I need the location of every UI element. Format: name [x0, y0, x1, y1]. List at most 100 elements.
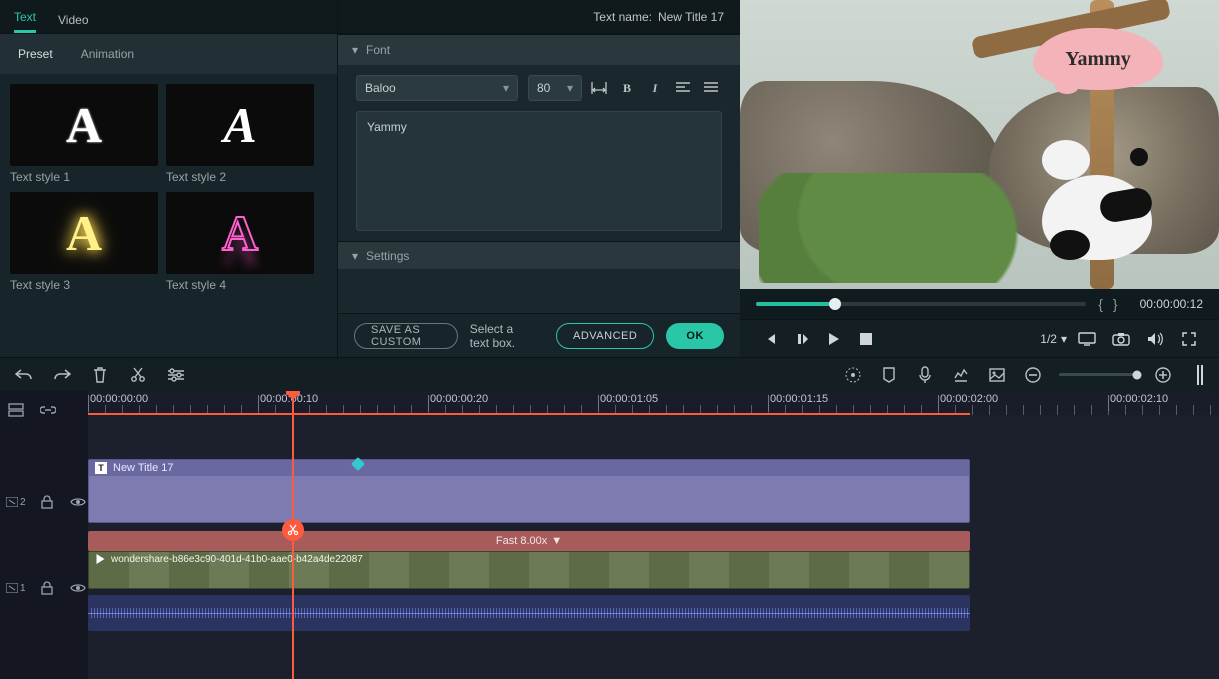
toggle-track-visibility-icon[interactable] [69, 578, 88, 598]
text-name-label: Text name: [593, 10, 652, 24]
italic-button[interactable]: I [644, 77, 666, 99]
video-clip-name: wondershare-b86e3c90-401d-41b0-aae0-b42a… [111, 554, 363, 565]
title-clip-name: New Title 17 [113, 462, 174, 474]
preset-item[interactable]: A Text style 3 [10, 192, 158, 292]
scrub-slider[interactable] [756, 302, 1086, 306]
font-size-value: 80 [537, 81, 550, 95]
fullscreen-icon[interactable] [1175, 325, 1203, 353]
track-label-2: 2 [6, 497, 26, 508]
timeline-toolbar [0, 357, 1219, 391]
settings-section-header[interactable]: ▾ Settings [338, 241, 740, 269]
mid-footer: SAVE AS CUSTOM Select a text box. ADVANC… [338, 313, 740, 357]
font-section-title: Font [366, 43, 390, 57]
font-family-select[interactable]: Baloo ▾ [356, 75, 518, 101]
settings-section-title: Settings [366, 249, 409, 263]
bold-button[interactable]: B [616, 77, 638, 99]
preset-item[interactable]: A Text style 1 [10, 84, 158, 184]
stop-button[interactable] [852, 325, 880, 353]
timeline: 2 1 00:00:00:0000:00:00:1000:00:00:2000:… [0, 391, 1219, 679]
ruler-label: 00:00:02:00 [940, 393, 998, 405]
lock-track-icon[interactable] [38, 492, 57, 512]
mark-in-icon[interactable]: { [1098, 296, 1113, 312]
preset-label: Text style 1 [10, 170, 158, 184]
manage-tracks-icon[interactable] [6, 400, 26, 420]
font-size-select[interactable]: 80 ▾ [528, 75, 582, 101]
volume-icon[interactable] [1141, 325, 1169, 353]
advanced-button[interactable]: ADVANCED [556, 323, 654, 349]
letter-spacing-icon[interactable] [588, 77, 610, 99]
chevron-down-icon: ▾ [567, 81, 573, 95]
preset-label: Text style 4 [166, 278, 314, 292]
chevron-down-icon: ▾ [503, 81, 509, 95]
chevron-down-icon: ▾ [1061, 332, 1067, 346]
font-section-header[interactable]: ▾ Font [338, 35, 740, 65]
font-family-value: Baloo [365, 81, 396, 95]
subtab-animation[interactable]: Animation [81, 47, 134, 61]
bubble-text: Yammy [1065, 48, 1131, 71]
scissors-icon[interactable] [282, 519, 304, 541]
lock-track-icon[interactable] [38, 578, 57, 598]
preview-timecode: 00:00:00:12 [1140, 297, 1203, 311]
timeline-ruler[interactable]: 00:00:00:0000:00:00:1000:00:00:2000:00:0… [88, 391, 1219, 415]
play-icon [95, 554, 105, 564]
ruler-label: 00:00:01:05 [600, 393, 658, 405]
zoom-slider[interactable] [1059, 373, 1137, 376]
split-button[interactable] [128, 365, 148, 385]
mixer-icon[interactable] [951, 365, 971, 385]
record-voiceover-icon[interactable] [915, 365, 935, 385]
crop-icon[interactable] [987, 365, 1007, 385]
marker-icon[interactable] [879, 365, 899, 385]
chevron-down-icon: ▾ [352, 249, 358, 263]
track-gutter: 2 1 [0, 391, 88, 679]
ruler-label: 00:00:00:20 [430, 393, 488, 405]
chevron-down-icon: ▼ [551, 535, 562, 547]
zoom-in-button[interactable] [1153, 365, 1173, 385]
tab-text[interactable]: Text [14, 10, 36, 33]
snapshot-icon[interactable] [1107, 325, 1135, 353]
display-icon[interactable] [1073, 325, 1101, 353]
ok-button[interactable]: OK [666, 323, 724, 349]
video-clip[interactable]: wondershare-b86e3c90-401d-41b0-aae0-b42a… [88, 551, 970, 589]
playhead[interactable] [292, 391, 294, 679]
link-icon[interactable] [38, 400, 58, 420]
footer-hint: Select a text box. [470, 322, 532, 350]
toggle-track-visibility-icon[interactable] [69, 492, 88, 512]
play-pause-button[interactable] [788, 325, 816, 353]
track-label-1: 1 [6, 583, 26, 594]
timeline-lanes[interactable]: 00:00:00:0000:00:00:1000:00:00:2000:00:0… [88, 391, 1219, 679]
speed-clip[interactable]: Fast 8.00x▼ [88, 531, 970, 551]
undo-button[interactable] [14, 365, 34, 385]
chevron-down-icon: ▾ [352, 43, 358, 57]
preview-canvas[interactable]: Yammy [740, 0, 1219, 289]
zoom-to-fit-icon[interactable] [1197, 365, 1205, 385]
render-bar [88, 413, 970, 415]
prev-frame-button[interactable] [756, 325, 784, 353]
audio-clip[interactable] [88, 595, 970, 631]
subtab-preset[interactable]: Preset [18, 47, 53, 61]
preset-item[interactable]: A Text style 4 [166, 192, 314, 292]
align-left-icon[interactable] [672, 77, 694, 99]
zoom-out-button[interactable] [1023, 365, 1043, 385]
play-button[interactable] [820, 325, 848, 353]
preset-label: Text style 2 [166, 170, 314, 184]
preview-scrub-row: {} 00:00:00:12 [740, 289, 1219, 319]
speech-bubble[interactable]: Yammy [1033, 28, 1163, 90]
save-as-custom-button[interactable]: SAVE AS CUSTOM [354, 323, 458, 349]
preview-controls: 1/2 ▾ [740, 319, 1219, 357]
tab-video[interactable]: Video [58, 13, 88, 33]
preview-zoom-select[interactable]: 1/2 ▾ [1040, 332, 1067, 346]
ruler-label: 00:00:00:00 [90, 393, 148, 405]
text-name-row: Text name: New Title 17 [338, 0, 740, 34]
text-content-input[interactable]: Yammy [356, 111, 722, 231]
delete-button[interactable] [90, 365, 110, 385]
preview-scene: Yammy [740, 0, 1219, 289]
ruler-label: 00:00:01:15 [770, 393, 828, 405]
redo-button[interactable] [52, 365, 72, 385]
title-clip[interactable]: TNew Title 17 [88, 459, 970, 523]
adjust-icon[interactable] [166, 365, 186, 385]
preset-item[interactable]: A Text style 2 [166, 84, 314, 184]
mark-out-icon[interactable]: } [1113, 296, 1128, 312]
render-icon[interactable] [843, 365, 863, 385]
ruler-label: 00:00:02:10 [1110, 393, 1168, 405]
align-justify-icon[interactable] [700, 77, 722, 99]
